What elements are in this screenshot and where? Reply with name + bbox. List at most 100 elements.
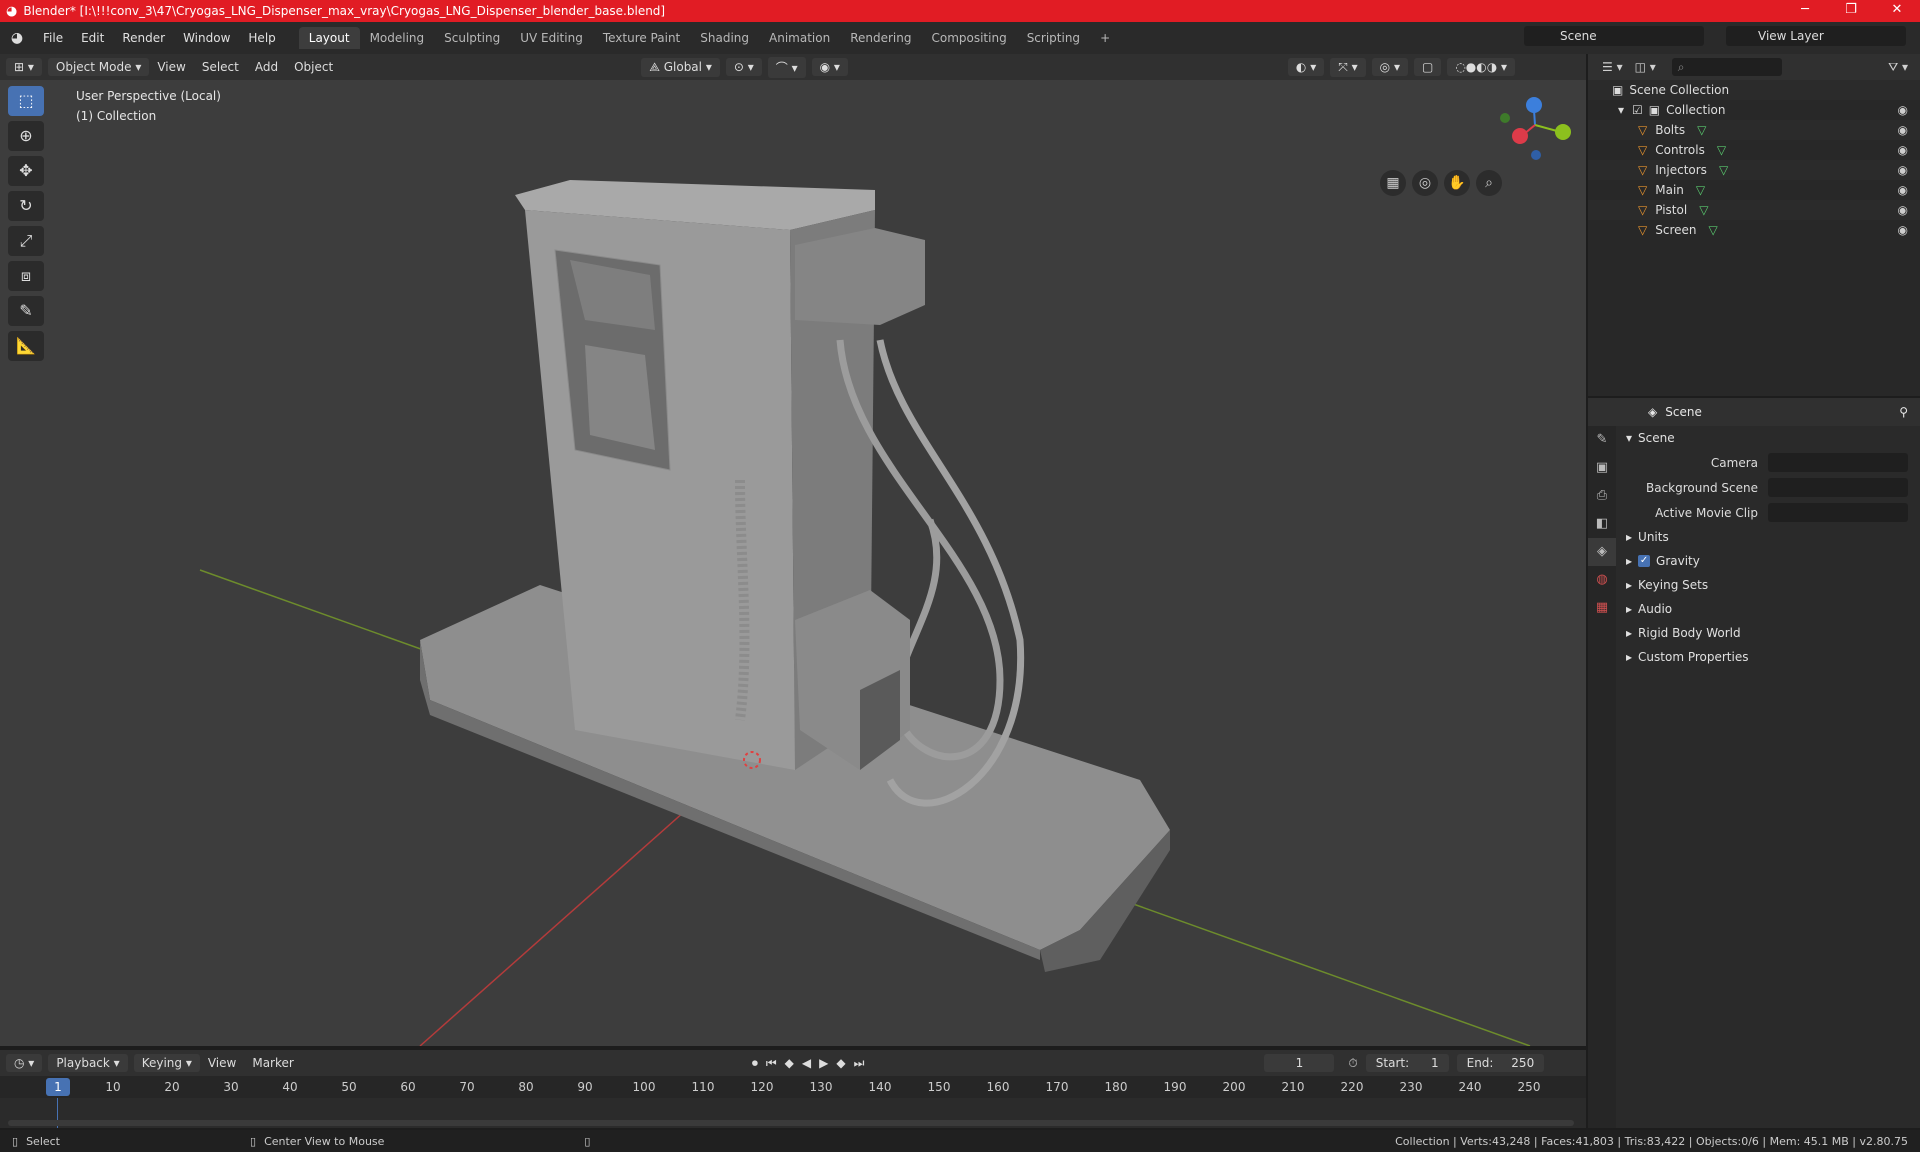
current-frame-field[interactable]: 1 xyxy=(1264,1054,1335,1072)
viewport-menu-object[interactable]: Object xyxy=(286,60,341,74)
expand-arrow-icon[interactable]: ▾ xyxy=(1618,103,1624,117)
tab-layout[interactable]: Layout xyxy=(298,27,360,49)
shading-modes-icon[interactable]: ◌●◐◑ ▾ xyxy=(1447,58,1516,76)
custom-properties-panel[interactable]: ▸ Custom Properties xyxy=(1618,645,1918,669)
editor-type-dropdown[interactable]: ⊞ ▾ xyxy=(6,58,42,76)
timeline-editor-icon[interactable]: ◷ ▾ xyxy=(6,1054,43,1072)
timeline-area[interactable]: 1 10 20 30 40 50 60 70 80 90 100 110 120 130 140 150 160… xyxy=(0,1076,1586,1128)
next-keyframe-icon[interactable]: ◆ xyxy=(836,1056,845,1071)
move-tool-icon[interactable]: ✥ xyxy=(8,156,44,186)
eye-icon[interactable]: ◉ xyxy=(1898,203,1908,217)
toggle-ortho-icon[interactable]: ▦ xyxy=(1380,170,1406,196)
tab-texture-paint[interactable]: Texture Paint xyxy=(593,27,690,49)
scene-selector[interactable]: Scene xyxy=(1524,26,1704,46)
scale-tool-icon[interactable]: ⤢ xyxy=(8,226,44,256)
tool-tab-icon[interactable]: ✎ xyxy=(1588,426,1616,454)
outliner-editor-icon[interactable]: ☰ ▾ xyxy=(1602,60,1623,74)
gravity-checkbox[interactable]: ✓ xyxy=(1638,555,1651,567)
viewport-menu-select[interactable]: Select xyxy=(194,60,247,74)
output-tab-icon[interactable]: ⎙ xyxy=(1588,482,1616,510)
frame-ruler[interactable]: 1 10 20 30 40 50 60 70 80 90 100 110 120 130 140 150 160… xyxy=(0,1076,1586,1098)
eye-icon[interactable]: ◉ xyxy=(1898,223,1908,237)
prev-keyframe-icon[interactable]: ◆ xyxy=(785,1056,794,1071)
outliner-search-input[interactable]: ⌕ xyxy=(1671,58,1782,76)
viewport-menu-view[interactable]: View xyxy=(149,60,193,74)
transform-tool-icon[interactable]: ⧈ xyxy=(8,261,44,291)
background-scene-field[interactable] xyxy=(1768,478,1908,497)
outliner-object-main[interactable]: ▽ Main ▽ ◉ xyxy=(1588,180,1920,200)
stopwatch-icon[interactable]: ⏱ xyxy=(1348,1056,1357,1071)
add-workspace-icon[interactable]: + xyxy=(1090,27,1120,49)
playback-menu[interactable]: Playback ▾ xyxy=(48,1054,128,1072)
proportional-edit-icon[interactable]: ◉ ▾ xyxy=(811,58,848,76)
menu-file[interactable]: File xyxy=(34,31,72,45)
tab-sculpting[interactable]: Sculpting xyxy=(434,27,510,49)
play-reverse-icon[interactable]: ◀ xyxy=(802,1056,811,1071)
mode-dropdown[interactable]: Object Mode ▾ xyxy=(47,58,150,76)
checkbox-icon[interactable]: ☑ xyxy=(1632,103,1643,117)
transform-orientation-dropdown[interactable]: ⟁ Global ▾ xyxy=(641,57,720,77)
visibility-icon[interactable]: ◐ ▾ xyxy=(1287,58,1325,76)
eye-icon[interactable]: ◉ xyxy=(1898,183,1908,197)
units-panel[interactable]: ▸ Units xyxy=(1618,525,1918,549)
menu-edit[interactable]: Edit xyxy=(72,31,113,45)
tab-shading[interactable]: Shading xyxy=(690,27,759,49)
tab-modeling[interactable]: Modeling xyxy=(360,27,435,49)
eye-icon[interactable]: ◉ xyxy=(1898,123,1908,137)
outliner-object-controls[interactable]: ▽ Controls ▽ ◉ xyxy=(1588,140,1920,160)
jump-end-icon[interactable]: ⏭ xyxy=(854,1056,865,1071)
eye-icon[interactable]: ◉ xyxy=(1898,143,1908,157)
view-layer-selector[interactable]: View Layer xyxy=(1726,26,1906,46)
end-frame-field[interactable]: End: 250 xyxy=(1456,1054,1545,1072)
camera-view-icon[interactable]: ◎ xyxy=(1412,170,1438,196)
scene-tab-icon[interactable]: ◈ xyxy=(1588,538,1616,566)
outliner-object-injectors[interactable]: ▽ Injectors ▽ ◉ xyxy=(1588,160,1920,180)
menu-window[interactable]: Window xyxy=(174,31,239,45)
tab-animation[interactable]: Animation xyxy=(759,27,840,49)
select-box-icon[interactable]: ⬚ xyxy=(8,86,44,116)
world-tab-icon[interactable]: ◍ xyxy=(1588,566,1616,594)
overlay-toggle-icon[interactable]: ◎ ▾ xyxy=(1371,58,1408,76)
scene-panel-header[interactable]: ▾ Scene xyxy=(1618,426,1918,450)
pivot-point-icon[interactable]: ⊙ ▾ xyxy=(725,58,762,76)
gravity-panel[interactable]: ▸ ✓ Gravity xyxy=(1618,549,1918,573)
gizmo-toggle-icon[interactable]: ⤧ ▾ xyxy=(1330,57,1366,77)
pin-icon[interactable]: ⚲ xyxy=(1899,405,1908,419)
cursor-tool-icon[interactable]: ⊕ xyxy=(8,121,44,151)
tab-rendering[interactable]: Rendering xyxy=(840,27,921,49)
timeline-marker-menu[interactable]: Marker xyxy=(244,1056,301,1070)
viewport-menu-add[interactable]: Add xyxy=(247,60,286,74)
view-layer-tab-icon[interactable]: ◧ xyxy=(1588,510,1616,538)
pan-hand-icon[interactable]: ✋ xyxy=(1444,170,1470,196)
maximize-button[interactable]: ❐ xyxy=(1828,0,1874,22)
display-mode-icon[interactable]: ◫ ▾ xyxy=(1635,60,1656,74)
3d-viewport[interactable]: ▦ ◎ ✋ ⌕ xyxy=(0,80,1586,1046)
keying-sets-panel[interactable]: ▸ Keying Sets xyxy=(1618,573,1918,597)
annotate-tool-icon[interactable]: ✎ xyxy=(8,296,44,326)
texture-tab-icon[interactable]: ▦ xyxy=(1588,594,1616,622)
tab-uv-editing[interactable]: UV Editing xyxy=(510,27,593,49)
outliner-collection[interactable]: ▾ ☑ ▣ Collection ◉ xyxy=(1588,100,1920,120)
start-frame-field[interactable]: Start: 1 xyxy=(1365,1054,1449,1072)
measure-tool-icon[interactable]: 📐 xyxy=(8,331,44,361)
record-icon[interactable]: ⏺ xyxy=(752,1056,758,1071)
outliner-scene-collection[interactable]: ▣ Scene Collection xyxy=(1588,80,1920,100)
active-movie-clip-field[interactable] xyxy=(1768,503,1908,522)
menu-render[interactable]: Render xyxy=(113,31,174,45)
tab-compositing[interactable]: Compositing xyxy=(921,27,1016,49)
audio-panel[interactable]: ▸ Audio xyxy=(1618,597,1918,621)
camera-field[interactable] xyxy=(1768,453,1908,472)
eye-icon[interactable]: ◉ xyxy=(1898,103,1908,117)
blender-menu-icon[interactable]: ◕ xyxy=(0,30,34,46)
current-frame-marker[interactable]: 1 xyxy=(46,1078,70,1096)
outliner-object-screen[interactable]: ▽ Screen ▽ ◉ xyxy=(1588,220,1920,240)
close-button[interactable]: ✕ xyxy=(1874,0,1920,22)
play-icon[interactable]: ▶ xyxy=(819,1056,828,1071)
minimize-button[interactable]: ─ xyxy=(1782,0,1828,22)
outliner-object-pistol[interactable]: ▽ Pistol ▽ ◉ xyxy=(1588,200,1920,220)
render-tab-icon[interactable]: ▣ xyxy=(1588,454,1616,482)
jump-start-icon[interactable]: ⏮ xyxy=(766,1056,777,1071)
menu-help[interactable]: Help xyxy=(239,31,284,45)
zoom-icon[interactable]: ⌕ xyxy=(1476,170,1502,196)
keying-menu[interactable]: Keying ▾ xyxy=(133,1054,200,1072)
